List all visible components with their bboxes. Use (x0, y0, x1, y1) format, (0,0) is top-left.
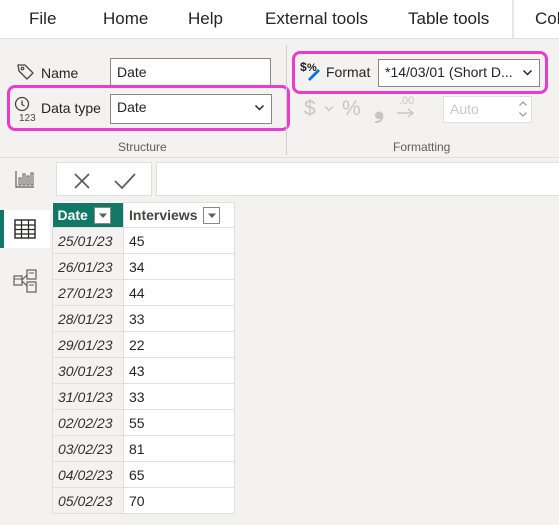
chevron-down-icon (324, 106, 334, 112)
data-type-icon: 123 (14, 96, 36, 122)
date-cell[interactable]: 03/02/23 (52, 435, 124, 462)
table-row: 02/02/23 55 (52, 409, 235, 436)
filter-button[interactable] (203, 206, 221, 224)
column-header-label: Interviews (129, 207, 198, 224)
chevron-down-icon (522, 69, 533, 76)
data-table: Date Interviews 25/01/23 45 26/01/23 34 27/0… (52, 202, 235, 514)
table-row: 27/01/23 44 (52, 279, 235, 306)
date-cell[interactable]: 26/01/23 (52, 253, 124, 280)
ribbon-group-divider (286, 45, 287, 155)
date-cell[interactable]: 28/01/23 (52, 305, 124, 332)
decimal-arrow-icon (397, 108, 415, 118)
table-body: 25/01/23 45 26/01/23 34 27/01/23 44 28/01/23 33… (52, 227, 235, 514)
model-view-button[interactable] (0, 262, 50, 300)
interviews-cell[interactable]: 81 (123, 435, 235, 462)
formula-bar (0, 158, 559, 200)
interviews-cell[interactable]: 33 (123, 305, 235, 332)
filter-button[interactable] (93, 206, 111, 224)
decimal-places-button[interactable]: .00 (395, 95, 423, 121)
model-view-icon (13, 269, 37, 293)
date-cell[interactable]: 25/01/23 (52, 227, 124, 254)
interviews-cell[interactable]: 45 (123, 227, 235, 254)
column-header-date[interactable]: Date (52, 202, 124, 228)
table-row: 31/01/23 33 (52, 383, 235, 410)
interviews-cell[interactable]: 55 (123, 409, 235, 436)
table-row: 05/02/23 70 (52, 487, 235, 514)
format-label: Format (326, 64, 371, 80)
view-switcher (0, 158, 50, 525)
table-row: 30/01/23 43 (52, 357, 235, 384)
interviews-cell[interactable]: 43 (123, 357, 235, 384)
table-row: 29/01/23 22 (52, 331, 235, 358)
tab-file[interactable]: File (29, 9, 56, 29)
interviews-cell[interactable]: 70 (123, 487, 235, 514)
chevron-down-icon (98, 213, 107, 218)
check-icon[interactable] (113, 171, 137, 191)
tab-external-tools[interactable]: External tools (265, 9, 368, 29)
tab-help[interactable]: Help (188, 9, 223, 29)
report-view-button[interactable] (0, 160, 50, 198)
format-select[interactable]: *14/03/01 (Short D... (378, 59, 540, 87)
svg-text:123: 123 (19, 113, 36, 122)
currency-button[interactable]: $ (304, 97, 316, 121)
date-cell[interactable]: 27/01/23 (52, 279, 124, 306)
name-input[interactable]: Date (110, 58, 271, 88)
tab-home[interactable]: Home (103, 9, 148, 29)
interviews-cell[interactable]: 44 (123, 279, 235, 306)
date-cell[interactable]: 29/01/23 (52, 331, 124, 358)
formatting-group-label: Formatting (393, 140, 451, 154)
name-label: Name (41, 65, 79, 81)
formula-input[interactable] (156, 162, 559, 196)
structure-group-label: Structure (118, 140, 167, 154)
date-cell[interactable]: 02/02/23 (52, 409, 124, 436)
table-view-icon (14, 219, 36, 239)
date-cell[interactable]: 30/01/23 (52, 357, 124, 384)
comma-style-button[interactable]: ❟ (374, 93, 384, 125)
table-row: 04/02/23 65 (52, 461, 235, 488)
chevron-down-icon (208, 213, 217, 218)
tab-divider (512, 0, 514, 38)
table-row: 28/01/23 33 (52, 305, 235, 332)
column-header-label: Date (57, 207, 88, 224)
report-view-icon (15, 171, 34, 188)
interviews-cell[interactable]: 22 (123, 331, 235, 358)
date-cell[interactable]: 05/02/23 (52, 487, 124, 514)
svg-text:$: $ (300, 60, 307, 74)
data-type-value: Date (117, 99, 147, 115)
date-cell[interactable]: 31/01/23 (52, 383, 124, 410)
table-row: 03/02/23 81 (52, 435, 235, 462)
spinner-icon[interactable] (518, 99, 528, 119)
table-row: 25/01/23 45 (52, 227, 235, 254)
close-icon[interactable] (72, 171, 92, 191)
interviews-cell[interactable]: 33 (123, 383, 235, 410)
tab-table-tools[interactable]: Table tools (408, 9, 489, 29)
formula-actions (56, 162, 152, 196)
data-type-select[interactable]: Date (110, 94, 272, 124)
ribbon: Name Date 123 Data type Date Structure $… (0, 38, 559, 158)
tag-icon (17, 64, 34, 80)
column-header-interviews[interactable]: Interviews (123, 202, 235, 228)
tab-column-tools[interactable]: Col (535, 9, 559, 29)
menu-bar: File Home Help External tools Table tool… (0, 0, 559, 38)
data-type-label: Data type (41, 100, 101, 116)
table-row: 26/01/23 34 (52, 253, 235, 280)
interviews-cell[interactable]: 34 (123, 253, 235, 280)
format-value: *14/03/01 (Short D... (385, 64, 513, 80)
date-cell[interactable]: 04/02/23 (52, 461, 124, 488)
table-view-button[interactable] (0, 210, 50, 248)
format-icon: $ % (300, 60, 320, 81)
active-view-indicator (0, 210, 4, 248)
interviews-cell[interactable]: 65 (123, 461, 235, 488)
chevron-down-icon (254, 104, 265, 111)
percent-button[interactable]: % (342, 97, 361, 121)
